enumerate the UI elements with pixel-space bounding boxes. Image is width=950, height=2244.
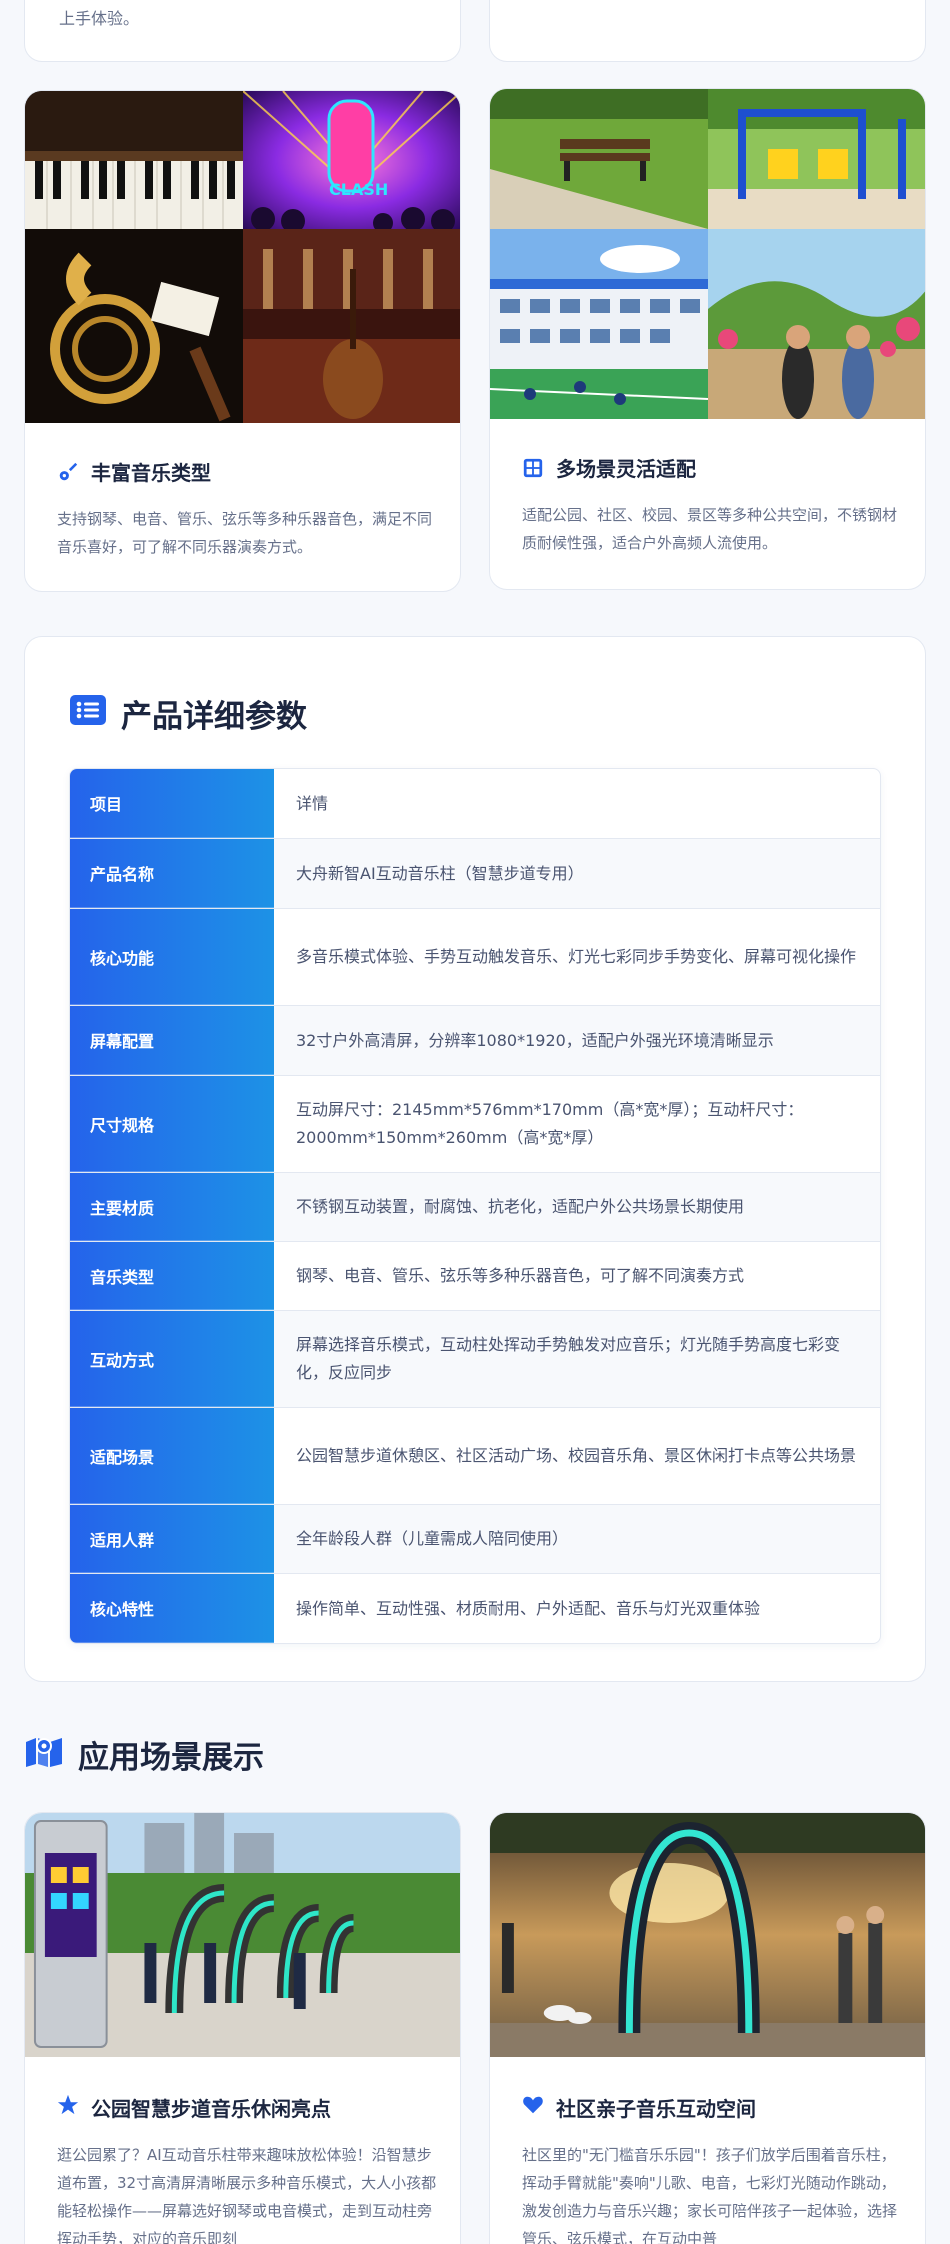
scene-description: 社区里的"无门槛音乐乐园"！孩子们放学后围着音乐柱，挥动手臂就能"奏响"儿歌、电… <box>522 2146 898 2244</box>
feature-image-collage: CLASH <box>25 91 460 423</box>
param-key: 产品名称 <box>70 839 274 908</box>
park-bench-photo <box>490 89 708 229</box>
section-title: 应用场景展示 <box>78 1740 264 1776</box>
grid-icon <box>522 457 544 479</box>
scene-title-text: 公园智慧步道音乐休闲亮点 <box>91 2097 331 2121</box>
table-row: 音乐类型 钢琴、电音、管乐、弦乐等多种乐器音色，可了解不同演奏方式 <box>70 1242 880 1311</box>
feature-title: 多场景灵活适配 <box>522 453 696 482</box>
scenic-visitors-photo <box>708 229 925 419</box>
param-value: 多音乐模式体验、手势互动触发音乐、灯光七彩同步手势变化、屏幕可视化操作 <box>296 947 857 966</box>
section-title: 产品详细参数 <box>121 699 307 735</box>
concert-sign-text: CLASH <box>329 180 388 199</box>
feature-card-music-types: CLASH 丰富音乐类型 支持钢琴、电音、管乐、弦乐等多种乐器音色，满足不同音乐… <box>24 90 461 592</box>
param-value: 大舟新智AI互动音乐柱（智慧步道专用） <box>274 839 880 908</box>
table-row: 屏幕配置 32寸户外高清屏，分辨率1080*1920，适配户外强光环境清晰显示 <box>70 1006 880 1076</box>
feature-card-stub-left: 上手体验。 <box>24 0 461 62</box>
fitness-equipment-photo <box>708 89 925 229</box>
table-row: 尺寸规格 互动屏尺寸：2145mm*576mm*170mm（高*宽*厚）；互动杆… <box>70 1076 880 1173</box>
guitar-icon <box>57 461 79 483</box>
feature-image-collage <box>490 89 925 419</box>
scene-card-park: 公园智慧步道音乐休闲亮点 逛公园累了？AI互动音乐柱带来趣味放松体验！沿智慧步道… <box>24 1812 461 2244</box>
param-key: 适用人群 <box>70 1505 274 1573</box>
scene-description: 逛公园累了？AI互动音乐柱带来趣味放松体验！沿智慧步道布置，32寸高清屏清晰展示… <box>57 2146 437 2244</box>
table-row: 适用人群 全年龄段人群（儿童需成人陪同使用） <box>70 1505 880 1574</box>
list-icon <box>69 694 107 733</box>
param-key: 适配场景 <box>70 1408 274 1504</box>
star-icon <box>57 2094 79 2121</box>
scene-title-text: 社区亲子音乐互动空间 <box>556 2097 756 2121</box>
table-row: 互动方式 屏幕选择音乐模式，互动柱处挥动手势触发对应音乐；灯光随手势高度七彩变化… <box>70 1311 880 1408</box>
feature-card-stub-text: 上手体验。 <box>59 9 140 28</box>
param-key: 互动方式 <box>70 1311 274 1407</box>
param-key: 项目 <box>70 769 274 838</box>
table-row: 产品名称 大舟新智AI互动音乐柱（智慧步道专用） <box>70 839 880 909</box>
table-row: 项目 详情 <box>70 769 880 839</box>
param-value: 屏幕选择音乐模式，互动柱处挥动手势触发对应音乐；灯光随手势高度七彩变化，反应同步 <box>274 1311 880 1407</box>
french-horn-photo <box>25 229 243 423</box>
lakeside-installation-photo <box>490 1813 925 2057</box>
table-row: 主要材质 不锈钢互动装置，耐腐蚀、抗老化，适配户外公共场景长期使用 <box>70 1173 880 1242</box>
table-row: 适配场景 公园智慧步道休憩区、社区活动广场、校园音乐角、景区休闲打卡点等公共场景 <box>70 1408 880 1505</box>
section-header: 应用场景展示 <box>24 1732 264 1777</box>
param-key: 主要材质 <box>70 1173 274 1241</box>
param-key: 核心功能 <box>70 909 274 1005</box>
map-icon <box>24 1734 64 1776</box>
param-key: 尺寸规格 <box>70 1076 274 1172</box>
params-table: 项目 详情 产品名称 大舟新智AI互动音乐柱（智慧步道专用） 核心功能 多音乐模… <box>69 768 881 1644</box>
param-value: 钢琴、电音、管乐、弦乐等多种乐器音色，可了解不同演奏方式 <box>296 1266 745 1285</box>
param-key: 音乐类型 <box>70 1242 274 1310</box>
section-header: 产品详细参数 <box>69 691 307 736</box>
feature-card-stub-right <box>489 0 926 62</box>
feature-description: 适配公园、社区、校园、景区等多种公共空间，不锈钢材质耐候性强，适合户外高频人流使… <box>522 506 898 552</box>
table-row: 核心功能 多音乐模式体验、手势互动触发音乐、灯光七彩同步手势变化、屏幕可视化操作 <box>70 909 880 1006</box>
param-value: 公园智慧步道休憩区、社区活动广场、校园音乐角、景区休闲打卡点等公共场景 <box>296 1446 857 1465</box>
param-value: 全年龄段人群（儿童需成人陪同使用） <box>274 1505 880 1573</box>
feature-description: 支持钢琴、电音、管乐、弦乐等多种乐器音色，满足不同音乐喜好，可了解不同乐器演奏方… <box>57 510 433 556</box>
school-photo <box>490 229 708 419</box>
scene-title: 公园智慧步道音乐休闲亮点 <box>57 2093 331 2122</box>
table-row: 核心特性 操作简单、互动性强、材质耐用、户外适配、音乐与灯光双重体验 <box>70 1574 880 1643</box>
param-key: 屏幕配置 <box>70 1006 274 1075</box>
feature-title-text: 丰富音乐类型 <box>91 461 211 485</box>
piano-photo <box>25 91 243 229</box>
product-params-card: 产品详细参数 项目 详情 产品名称 大舟新智AI互动音乐柱（智慧步道专用） 核心… <box>24 636 926 1682</box>
param-value: 32寸户外高清屏，分辨率1080*1920，适配户外强光环境清晰显示 <box>274 1006 880 1075</box>
park-installation-photo <box>25 1813 460 2057</box>
feature-title-text: 多场景灵活适配 <box>556 457 696 481</box>
feature-title: 丰富音乐类型 <box>57 457 211 486</box>
param-key: 核心特性 <box>70 1574 274 1643</box>
param-value: 详情 <box>296 793 329 813</box>
feature-card-multi-scene: 多场景灵活适配 适配公园、社区、校园、景区等多种公共空间，不锈钢材质耐候性强，适… <box>489 88 926 590</box>
param-value: 不锈钢互动装置，耐腐蚀、抗老化，适配户外公共场景长期使用 <box>274 1173 880 1241</box>
heart-icon <box>522 2094 544 2121</box>
cello-hall-photo <box>243 229 460 423</box>
scene-title: 社区亲子音乐互动空间 <box>522 2093 756 2122</box>
concert-photo: CLASH <box>243 91 460 229</box>
param-value: 互动屏尺寸：2145mm*576mm*170mm（高*宽*厚）；互动杆尺寸：20… <box>296 1100 804 1147</box>
scene-card-community: 社区亲子音乐互动空间 社区里的"无门槛音乐乐园"！孩子们放学后围着音乐柱，挥动手… <box>489 1812 926 2244</box>
param-value: 操作简单、互动性强、材质耐用、户外适配、音乐与灯光双重体验 <box>296 1598 761 1618</box>
